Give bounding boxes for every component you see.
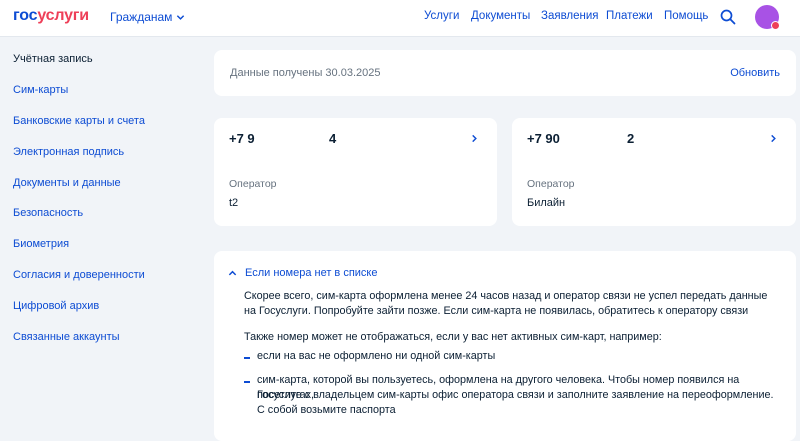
nav-services[interactable]: Услуги (424, 10, 459, 22)
audience-label: Гражданам (110, 10, 173, 24)
operator-value: t2 (229, 197, 239, 209)
notification-dot (771, 21, 780, 30)
nav-documents[interactable]: Документы (471, 10, 530, 22)
nav-help[interactable]: Помощь (664, 10, 708, 22)
chevron-right-icon[interactable] (769, 134, 778, 143)
sim-card-1[interactable]: +7 9 4 Оператор t2 (214, 118, 497, 226)
gosuslugi-logo[interactable]: госуслуги (13, 7, 89, 25)
sidebar-item-sim-cards[interactable]: Сим-карты (13, 84, 68, 96)
nav-payments[interactable]: Платежи (606, 10, 653, 22)
sidebar-item-bank-cards[interactable]: Банковские карты и счета (13, 115, 145, 127)
data-status-card: Данные получены 30.03.2025 Обновить (214, 50, 796, 96)
chevron-right-icon[interactable] (470, 134, 479, 143)
sim-number-suffix: 4 (329, 131, 337, 146)
audience-dropdown[interactable]: Гражданам (110, 10, 185, 24)
sidebar-item-documents[interactable]: Документы и данные (13, 177, 121, 189)
operator-label: Оператор (229, 178, 277, 190)
sidebar-item-biometrics[interactable]: Биометрия (13, 238, 69, 250)
logo-part2: услуги (37, 7, 89, 24)
chevron-down-icon (177, 14, 185, 20)
chevron-up-icon (228, 270, 237, 275)
sim-number-prefix: +7 9 (229, 131, 255, 146)
missing-number-toggle[interactable]: Если номера нет в списке (228, 267, 377, 279)
bullet-dash (244, 381, 250, 383)
sim-number-prefix: +7 90 (527, 131, 560, 146)
bullet-dash (244, 357, 250, 359)
bullet-1: если на вас не оформлено ни одной сим-ка… (257, 350, 496, 362)
info-paragraph-1-line-1: Скорее всего, сим-карта оформлена менее … (244, 290, 768, 302)
top-header: госуслуги Гражданам Услуги Документы Зая… (0, 0, 800, 37)
sim-number-suffix: 2 (627, 131, 635, 146)
sim-card-2[interactable]: +7 90 2 Оператор Билайн (512, 118, 796, 226)
nav-applications[interactable]: Заявления (541, 10, 599, 22)
sidebar-item-consents[interactable]: Согласия и доверенности (13, 269, 145, 281)
sidebar-item-security[interactable]: Безопасность (13, 207, 83, 219)
data-received-text: Данные получены 30.03.2025 (230, 67, 381, 79)
sidebar-item-linked-accounts[interactable]: Связанные аккаунты (13, 331, 120, 343)
sidebar-item-e-signature[interactable]: Электронная подпись (13, 146, 124, 158)
bullet-2-line-2: посетите с владельцем сим-карты офис опе… (257, 389, 774, 401)
operator-label: Оператор (527, 178, 575, 190)
missing-number-info-card: Если номера нет в списке Скорее всего, с… (214, 251, 796, 441)
sidebar-item-digital-archive[interactable]: Цифровой архив (13, 300, 99, 312)
operator-value: Билайн (527, 197, 566, 209)
logo-part1: гос (13, 7, 38, 24)
refresh-button[interactable]: Обновить (730, 67, 780, 79)
bullet-2-line-3: С собой возьмите паспорта (257, 404, 396, 416)
info-paragraph-1-line-2: на Госуслуги. Попробуйте зайти позже. Ес… (244, 305, 749, 317)
toggle-label: Если номера нет в списке (245, 267, 378, 279)
info-paragraph-2: Также номер может не отображаться, если … (244, 331, 662, 343)
search-icon[interactable] (720, 9, 736, 25)
sidebar-item-account[interactable]: Учётная запись (13, 53, 93, 65)
